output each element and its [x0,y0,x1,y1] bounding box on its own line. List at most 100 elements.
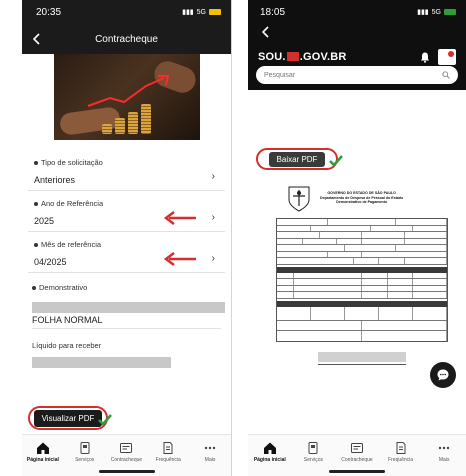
chevron-left-icon [261,26,269,38]
nav-label: Contracheque [341,457,373,463]
field-request-type[interactable]: Tipo de solicitação Anteriores › [28,150,225,191]
attendance-icon [163,442,173,454]
table-row [277,320,447,331]
view-pdf-button[interactable]: Visualizar PDF [33,409,103,427]
battery-icon [209,9,221,15]
demonstrativo-section: Demonstrativo [32,283,225,292]
redacted-bar [318,351,406,362]
network-label: 5G [196,8,206,16]
download-pdf-button[interactable]: Baixar PDF [268,151,326,167]
nav-label: Frequência [388,457,414,463]
highlight-circle: Baixar PDF [256,148,343,170]
red-arrow-icon [163,211,196,225]
search-bar[interactable] [256,66,458,84]
field-label-row: Demonstrativo [32,283,225,292]
nav-label: Mais [438,457,450,463]
signal-icon: ▮▮▮ [182,9,194,16]
nav-item-more[interactable]: Mais [424,441,464,463]
bullet-icon [34,242,38,247]
nav-label: Serviços [75,457,95,463]
nav-label: Frequência [155,457,181,463]
bullet-icon [32,285,36,290]
table-row [277,258,447,265]
chevron-right-icon: › [211,212,215,223]
brand-text-pre: SOU. [258,51,286,63]
home-icon [36,442,49,454]
nav-label: Mais [204,457,216,463]
notification-icon[interactable] [438,49,456,65]
search-icon [442,71,450,79]
page-title: Contracheque [95,33,158,45]
chevron-right-icon: › [211,171,215,182]
nav-item-services[interactable]: Serviços [293,441,333,463]
document-title-line: GOVERNO DO ESTADO DE SÃO PAULO [327,190,396,195]
payroll-type: FOLHA NORMAL [32,315,103,325]
nav-item-home[interactable]: Página inicial [250,441,290,463]
attendance-icon [396,442,406,454]
field-reference-month[interactable]: Mês de referência 04/2025 › [28,232,225,273]
bell-icon[interactable] [420,52,430,63]
nav-item-home[interactable]: Página inicial [23,441,63,463]
coin-stack [127,112,138,134]
redacted-bar [32,302,225,313]
document-table [276,218,448,342]
more-icon [438,446,450,450]
field-reference-year[interactable]: Ano de Referência 2025 › [28,191,225,232]
nav-item-attendance[interactable]: Frequência [148,441,188,463]
nav-label: Serviços [303,457,323,463]
table-row [277,330,447,341]
back-button[interactable] [22,24,52,54]
app-bar: Contracheque [22,24,231,54]
back-button[interactable] [258,24,456,42]
payslip-document: GOVERNO DO ESTADO DE SÃO PAULO Departame… [276,184,448,365]
screenshot-canvas: 20:35 ▮▮▮ 5G Contracheque Tipo de solici… [0,0,466,476]
home-indicator [98,470,155,473]
status-indicators: ▮▮▮ 5G [182,8,221,16]
services-icon [308,442,318,454]
checkmark-icon [98,414,112,426]
net-pay-label: Líquido para receber [32,341,102,350]
paycheck-icon [120,443,133,453]
notification-dot [448,51,454,57]
brand-row: SOU. .GOV.BR [258,48,456,66]
chat-icon [437,369,449,381]
bottom-nav: Página inicial Serviços Contracheque Fre… [248,434,466,476]
search-input[interactable] [264,71,442,79]
growth-arrow-icon [87,75,169,107]
field-label: Ano de Referência [41,199,104,208]
phone-document-screen: 18:05 ▮▮▮ 5G SOU. .GOV.BR Pesquisar Baix… [248,0,466,476]
header-actions [420,49,456,65]
field-value: Anteriores [34,175,76,185]
coin-stack [101,124,112,134]
status-time: 18:05 [260,6,286,18]
red-arrow-icon [163,252,196,266]
status-bar: 20:35 ▮▮▮ 5G [22,0,231,24]
nav-item-paycheck[interactable]: Contracheque [106,441,146,463]
brand-text-post: .GOV.BR [299,51,347,63]
document-title: GOVERNO DO ESTADO DE SÃO PAULO Departame… [320,191,403,206]
nav-item-paycheck[interactable]: Contracheque [337,441,377,463]
more-icon [204,446,216,450]
nav-label: Página inicial [253,457,286,463]
field-label: Mês de referência [41,240,102,249]
network-label: 5G [431,8,441,16]
divider [32,328,221,329]
chat-button[interactable] [430,362,456,388]
document-title-line: Demonstrativo de Pagamento [336,200,388,205]
field-label: Demonstrativo [39,283,88,292]
field-label: Tipo de solicitação [41,158,103,167]
chevron-left-icon [33,33,40,45]
chevron-right-icon: › [211,253,215,264]
nav-item-attendance[interactable]: Frequência [381,441,421,463]
field-label-row: Tipo de solicitação [34,158,221,167]
coin-stack [114,118,125,134]
nav-item-more[interactable]: Mais [190,441,230,463]
bottom-nav: Página inicial Serviços Contracheque Fre… [22,434,231,476]
table-row [277,292,447,299]
brand-logo: SOU. .GOV.BR [258,51,347,63]
services-icon [80,442,90,454]
app-header: 18:05 ▮▮▮ 5G SOU. .GOV.BR [248,0,466,90]
status-time: 20:35 [36,6,62,18]
status-indicators: ▮▮▮ 5G [417,8,456,16]
nav-item-services[interactable]: Serviços [65,441,105,463]
